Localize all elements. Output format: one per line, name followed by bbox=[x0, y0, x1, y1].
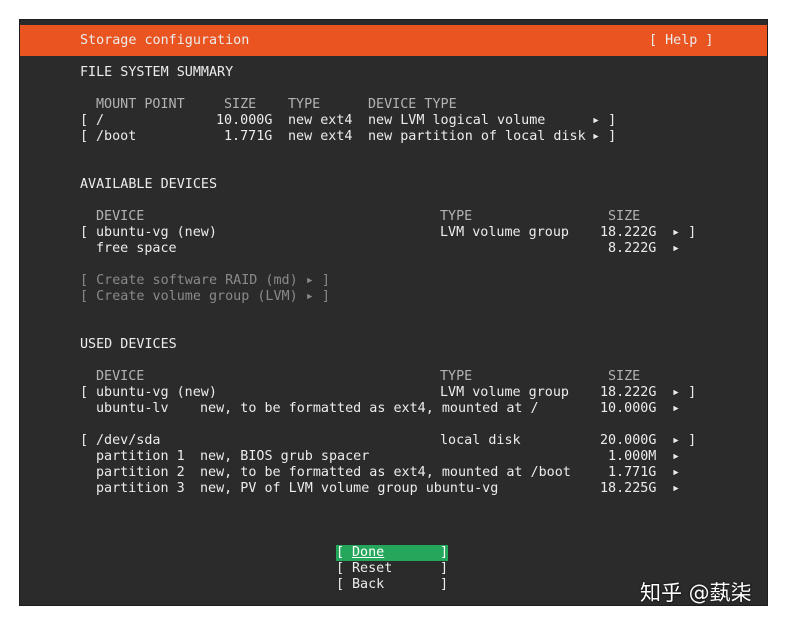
done-label: Done bbox=[352, 545, 385, 560]
col-device: DEVICE bbox=[96, 369, 145, 384]
used-heading: USED DEVICES bbox=[80, 337, 177, 352]
create-raid-button[interactable]: [ Create software RAID (md) ▸ ] bbox=[80, 273, 330, 289]
free-space-size: 8.222G bbox=[608, 241, 657, 256]
device-size: 18.222G bbox=[600, 225, 657, 240]
bracket-close: ] bbox=[440, 561, 449, 576]
help-button[interactable]: [ Help ] bbox=[649, 33, 714, 49]
device-type: LVM volume group bbox=[440, 225, 569, 240]
device-size: 20.000G bbox=[600, 433, 657, 448]
col-type: TYPE bbox=[440, 369, 473, 384]
arrow-right-icon: ▸ bbox=[672, 481, 681, 496]
col-type: TYPE bbox=[288, 97, 321, 112]
arrow-right-icon: ▸ ] bbox=[592, 113, 617, 128]
arrow-right-icon: ▸ ] bbox=[672, 225, 697, 240]
fs-row-type: new ext4 bbox=[288, 129, 353, 144]
arrow-right-icon: ▸ bbox=[672, 449, 681, 464]
bracket-open: [ bbox=[336, 545, 345, 560]
arrow-right-icon: ▸ ] bbox=[592, 129, 617, 144]
fs-row-mount: / bbox=[96, 113, 105, 128]
create-volume-group-button[interactable]: [ Create volume group (LVM) ▸ ] bbox=[80, 289, 330, 305]
fs-row-type: new ext4 bbox=[288, 113, 353, 128]
device-type: LVM volume group bbox=[440, 385, 569, 400]
fs-row-size: 1.771G bbox=[224, 129, 273, 144]
partition-name: partition 3 bbox=[96, 481, 185, 496]
col-size: SIZE bbox=[224, 97, 257, 112]
col-device: DEVICE bbox=[96, 209, 145, 224]
bracket-open: [ bbox=[80, 129, 89, 144]
available-heading: AVAILABLE DEVICES bbox=[80, 177, 218, 192]
arrow-right-icon: ▸ ] bbox=[672, 433, 697, 448]
device-name: /dev/sda bbox=[96, 433, 161, 448]
bracket-open: [ bbox=[80, 433, 89, 448]
fs-summary-heading: FILE SYSTEM SUMMARY bbox=[80, 65, 234, 80]
col-type: TYPE bbox=[440, 209, 473, 224]
device-name: ubuntu-lv bbox=[96, 401, 169, 416]
free-space-label: free space bbox=[96, 241, 177, 256]
col-mount-point: MOUNT POINT bbox=[96, 97, 185, 112]
device-type: local disk bbox=[440, 433, 521, 448]
bracket-open: [ bbox=[80, 385, 89, 400]
bracket-open: [ bbox=[336, 561, 345, 576]
fs-row-mount: /boot bbox=[96, 129, 137, 144]
device-desc: new, to be formatted as ext4, mounted at… bbox=[200, 401, 539, 416]
partition-size: 1.000M bbox=[608, 449, 657, 464]
page-title: Storage configuration bbox=[80, 33, 250, 48]
arrow-right-icon: ▸ bbox=[672, 465, 681, 480]
partition-name: partition 1 bbox=[96, 449, 185, 464]
bracket-close: ] bbox=[440, 545, 449, 560]
arrow-right-icon: ▸ bbox=[672, 241, 681, 256]
col-size: SIZE bbox=[608, 209, 641, 224]
bracket-open: [ bbox=[80, 113, 89, 128]
partition-desc: new, to be formatted as ext4, mounted at… bbox=[200, 465, 571, 480]
partition-desc: new, BIOS grub spacer bbox=[200, 449, 370, 464]
arrow-right-icon: ▸ bbox=[672, 401, 681, 416]
device-size: 10.000G bbox=[600, 401, 657, 416]
device-name: ubuntu-vg (new) bbox=[96, 385, 217, 400]
partition-size: 18.225G bbox=[600, 481, 657, 496]
partition-desc: new, PV of LVM volume group ubuntu-vg bbox=[200, 481, 499, 496]
watermark: 知乎 @蓺柒 bbox=[640, 581, 752, 605]
partition-name: partition 2 bbox=[96, 465, 185, 480]
col-device-type: DEVICE TYPE bbox=[368, 97, 457, 112]
bracket-open: [ bbox=[336, 577, 345, 592]
back-label: Back bbox=[352, 577, 385, 592]
bracket-close: ] bbox=[440, 577, 449, 592]
fs-row-size: 10.000G bbox=[216, 113, 273, 128]
bracket-open: [ bbox=[80, 225, 89, 240]
col-size: SIZE bbox=[608, 369, 641, 384]
device-size: 18.222G bbox=[600, 385, 657, 400]
reset-label: Reset bbox=[352, 561, 393, 576]
partition-size: 1.771G bbox=[608, 465, 657, 480]
fs-row-device-type: new LVM logical volume bbox=[368, 113, 546, 128]
fs-row-device-type: new partition of local disk bbox=[368, 129, 586, 144]
device-name: ubuntu-vg (new) bbox=[96, 225, 217, 240]
arrow-right-icon: ▸ ] bbox=[672, 385, 697, 400]
